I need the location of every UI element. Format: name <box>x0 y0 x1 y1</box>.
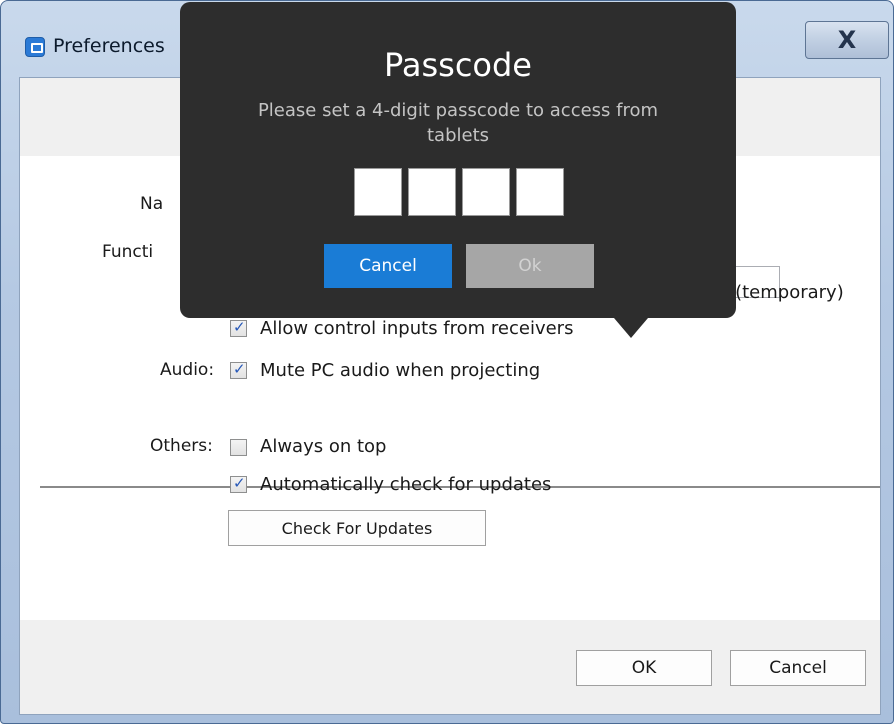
passcode-title: Passcode <box>384 46 532 84</box>
mute-audio-label: Mute PC audio when projecting <box>260 360 541 381</box>
allow-control-checkbox[interactable] <box>230 318 247 337</box>
auto-update-label: Automatically check for updates <box>260 474 552 495</box>
window-title: Preferences <box>53 35 165 57</box>
check-for-updates-button[interactable]: Check For Updates <box>228 510 486 546</box>
auto-update-checkbox[interactable] <box>230 474 247 493</box>
passcode-digit-2[interactable] <box>408 168 456 216</box>
mute-audio-checkbox[interactable] <box>230 360 247 379</box>
always-on-top-checkbox[interactable] <box>230 439 247 456</box>
ok-button[interactable]: OK <box>576 650 712 686</box>
app-icon <box>25 37 45 57</box>
passcode-cancel-button[interactable]: Cancel <box>324 244 452 288</box>
footer-panel: OK Cancel <box>20 620 880 714</box>
function-label: Functi <box>102 242 154 262</box>
temporary-option-text: s (temporary) <box>720 282 844 303</box>
allow-control-label: Allow control inputs from receivers <box>260 318 574 339</box>
passcode-digit-4[interactable] <box>516 168 564 216</box>
passcode-digit-3[interactable] <box>462 168 510 216</box>
always-on-top-label: Always on top <box>260 436 387 457</box>
passcode-digit-1[interactable] <box>354 168 402 216</box>
close-button[interactable]: X <box>805 21 889 59</box>
passcode-ok-button[interactable]: Ok <box>466 244 594 288</box>
audio-label: Audio: <box>160 360 215 380</box>
passcode-popup: Passcode Please set a 4-digit passcode t… <box>180 2 736 338</box>
popup-pointer <box>614 318 648 338</box>
others-label: Others: <box>150 436 213 456</box>
name-label: Na <box>140 194 164 214</box>
passcode-description: Please set a 4-digit passcode to access … <box>257 100 659 146</box>
cancel-button[interactable]: Cancel <box>730 650 866 686</box>
